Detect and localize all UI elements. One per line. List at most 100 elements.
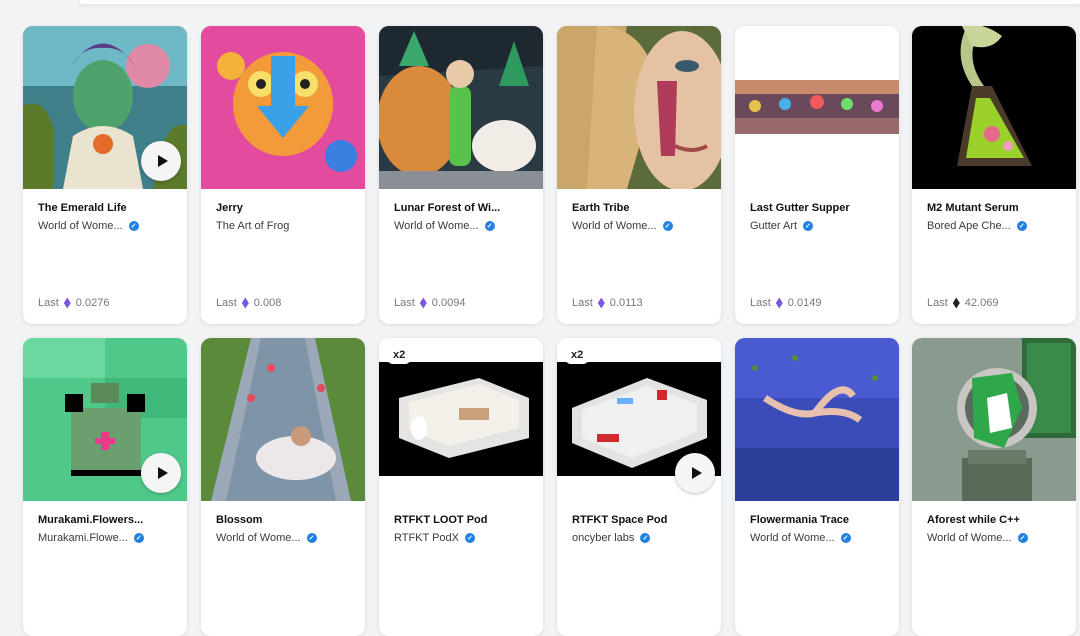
collection-label: World of Wome... bbox=[927, 532, 1012, 544]
collection-name[interactable]: Bored Ape Che... ✓ bbox=[927, 220, 1072, 232]
last-price: Last 0.0113 bbox=[572, 297, 643, 309]
verified-icon: ✓ bbox=[803, 221, 814, 231]
price-label: Last bbox=[216, 297, 237, 309]
nft-image bbox=[23, 26, 187, 189]
last-price: Last 0.008 bbox=[216, 297, 281, 309]
price-value: 0.0149 bbox=[787, 297, 822, 309]
last-price: Last 42.069 bbox=[927, 297, 998, 309]
last-price: Last 0.0094 bbox=[394, 297, 465, 309]
nft-title[interactable]: Flowermania Trace bbox=[750, 514, 890, 526]
nft-image bbox=[379, 26, 543, 189]
nft-image: x2 bbox=[557, 338, 721, 501]
last-price: Last 0.0276 bbox=[38, 297, 109, 309]
ethereum-icon bbox=[597, 297, 605, 309]
quantity-badge: x2 bbox=[387, 346, 412, 364]
nft-image: x2 bbox=[379, 338, 543, 501]
nft-title[interactable]: RTFKT LOOT Pod bbox=[394, 514, 534, 526]
nft-card[interactable]: Earth Tribe World of Wome... ✓ Last 0.01… bbox=[557, 26, 721, 324]
verified-icon: ✓ bbox=[1016, 221, 1027, 231]
last-price: Last 0.0149 bbox=[750, 297, 821, 309]
verified-icon: ✓ bbox=[840, 533, 851, 543]
nft-title[interactable]: Lunar Forest of Wi... bbox=[394, 202, 534, 214]
nft-title[interactable]: Murakami.Flowers... bbox=[38, 514, 178, 526]
nft-card[interactable]: x2 RTFKT LOOT Pod RTFKT PodX ✓ bbox=[379, 338, 543, 636]
nft-image bbox=[23, 338, 187, 501]
ethereum-icon bbox=[63, 297, 71, 309]
nft-title[interactable]: RTFKT Space Pod bbox=[572, 514, 712, 526]
play-icon bbox=[157, 155, 168, 167]
price-value: 0.0276 bbox=[75, 297, 110, 309]
nft-card[interactable]: Jerry The Art of Frog Last 0.008 bbox=[201, 26, 365, 324]
price-value: 42.069 bbox=[964, 297, 999, 309]
nft-title[interactable]: M2 Mutant Serum bbox=[927, 202, 1067, 214]
nft-card[interactable]: The Emerald Life World of Wome... ✓ Last… bbox=[23, 26, 187, 324]
price-label: Last bbox=[572, 297, 593, 309]
ethereum-icon bbox=[241, 297, 249, 309]
nft-card[interactable]: Murakami.Flowers... Murakami.Flowe... ✓ bbox=[23, 338, 187, 636]
verified-icon: ✓ bbox=[306, 533, 317, 543]
collection-label: World of Wome... bbox=[750, 532, 835, 544]
nft-image bbox=[912, 26, 1076, 189]
nft-card[interactable]: Flowermania Trace World of Wome... ✓ bbox=[735, 338, 899, 636]
nft-title[interactable]: Jerry bbox=[216, 202, 356, 214]
collection-name[interactable]: World of Wome... ✓ bbox=[394, 220, 539, 232]
collection-name[interactable]: World of Wome... ✓ bbox=[750, 532, 895, 544]
nft-image bbox=[735, 338, 899, 501]
collection-label: The Art of Frog bbox=[216, 220, 290, 232]
collection-name[interactable]: The Art of Frog bbox=[216, 220, 361, 232]
verified-icon: ✓ bbox=[662, 221, 673, 231]
price-value: 0.008 bbox=[253, 297, 282, 309]
verified-icon: ✓ bbox=[640, 533, 651, 543]
nft-title[interactable]: Earth Tribe bbox=[572, 202, 712, 214]
collection-name[interactable]: Murakami.Flowe... ✓ bbox=[38, 532, 183, 544]
nft-card[interactable]: Last Gutter Supper Gutter Art ✓ Last 0.0… bbox=[735, 26, 899, 324]
nft-card[interactable]: Aforest while C++ World of Wome... ✓ bbox=[912, 338, 1076, 636]
nft-title[interactable]: Last Gutter Supper bbox=[750, 202, 890, 214]
collection-name[interactable]: oncyber labs ✓ bbox=[572, 532, 717, 544]
price-value: 0.0113 bbox=[609, 297, 643, 309]
price-label: Last bbox=[927, 297, 948, 309]
collection-label: Gutter Art bbox=[750, 220, 798, 232]
nft-title[interactable]: Blossom bbox=[216, 514, 356, 526]
play-icon bbox=[691, 467, 702, 479]
collection-name[interactable]: World of Wome... ✓ bbox=[216, 532, 361, 544]
quantity-badge: x2 bbox=[565, 346, 590, 364]
collection-name[interactable]: RTFKT PodX ✓ bbox=[394, 532, 539, 544]
nft-card[interactable]: Lunar Forest of Wi... World of Wome... ✓… bbox=[379, 26, 543, 324]
collection-label: Murakami.Flowe... bbox=[38, 532, 128, 544]
verified-icon: ✓ bbox=[465, 533, 476, 543]
collection-name[interactable]: World of Wome... ✓ bbox=[38, 220, 183, 232]
nft-image bbox=[912, 338, 1076, 501]
play-button[interactable] bbox=[141, 141, 181, 181]
collection-name[interactable]: World of Wome... ✓ bbox=[927, 532, 1072, 544]
nft-image bbox=[557, 26, 721, 189]
verified-icon: ✓ bbox=[484, 221, 495, 231]
nft-card[interactable]: Blossom World of Wome... ✓ bbox=[201, 338, 365, 636]
price-label: Last bbox=[750, 297, 771, 309]
nft-card[interactable]: x2 RTFKT Space Pod oncyber labs ✓ bbox=[557, 338, 721, 636]
collection-name[interactable]: World of Wome... ✓ bbox=[572, 220, 717, 232]
verified-icon: ✓ bbox=[128, 221, 139, 231]
nft-image bbox=[201, 26, 365, 189]
collection-label: World of Wome... bbox=[38, 220, 123, 232]
nft-image bbox=[735, 26, 899, 189]
verified-icon: ✓ bbox=[1017, 533, 1028, 543]
play-button[interactable] bbox=[141, 453, 181, 493]
collection-label: World of Wome... bbox=[216, 532, 301, 544]
collection-label: RTFKT PodX bbox=[394, 532, 460, 544]
collection-name[interactable]: Gutter Art ✓ bbox=[750, 220, 895, 232]
nft-title[interactable]: The Emerald Life bbox=[38, 202, 178, 214]
play-button[interactable] bbox=[675, 453, 715, 493]
verified-icon: ✓ bbox=[133, 533, 144, 543]
nft-card[interactable]: M2 Mutant Serum Bored Ape Che... ✓ Last … bbox=[912, 26, 1076, 324]
price-label: Last bbox=[38, 297, 59, 309]
ethereum-icon bbox=[775, 297, 783, 309]
collection-label: oncyber labs bbox=[572, 532, 635, 544]
nft-image bbox=[201, 338, 365, 501]
collection-label: Bored Ape Che... bbox=[927, 220, 1011, 232]
collection-label: World of Wome... bbox=[394, 220, 479, 232]
nft-title[interactable]: Aforest while C++ bbox=[927, 514, 1067, 526]
price-value: 0.0094 bbox=[431, 297, 466, 309]
ethereum-icon bbox=[952, 297, 960, 309]
nft-grid: The Emerald Life World of Wome... ✓ Last… bbox=[0, 0, 1080, 636]
